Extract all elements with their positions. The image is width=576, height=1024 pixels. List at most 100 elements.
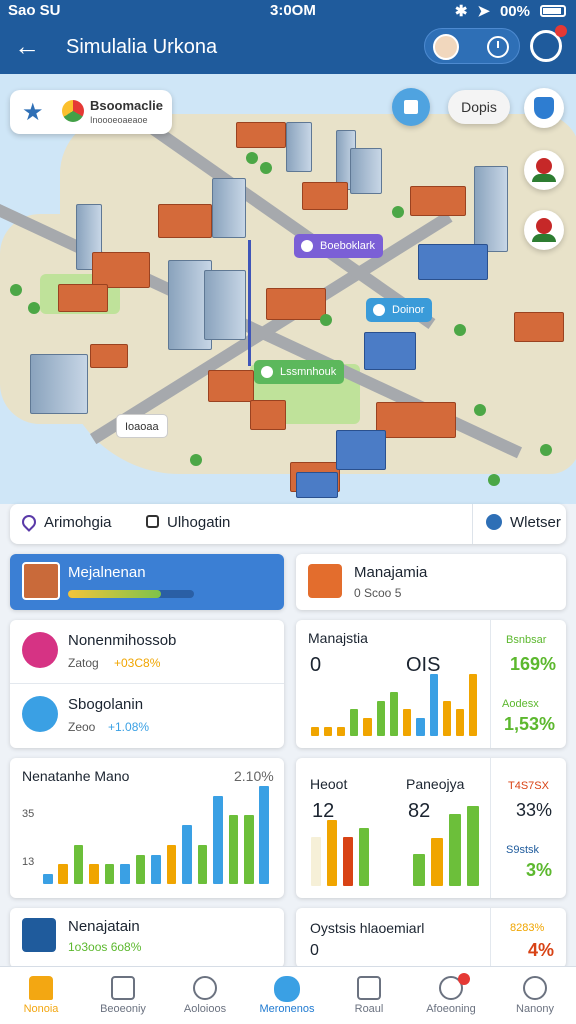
nav-activity[interactable]: Aoloioos — [164, 967, 246, 1024]
chart-bar — [197, 844, 208, 884]
nav-profile[interactable]: Nanony — [494, 967, 576, 1024]
activity-icon — [193, 976, 217, 1000]
bottom-left-card[interactable]: Nenajatain 1o3oos 6o8% — [10, 908, 284, 968]
avatar[interactable] — [433, 34, 459, 60]
filter-weather[interactable]: Wletser — [486, 514, 561, 531]
chart-bar — [311, 836, 321, 886]
page-title: Simulalia Urkona — [66, 36, 218, 58]
nav-alerts[interactable]: Afoeoning — [410, 967, 492, 1024]
chart-bar — [58, 864, 68, 884]
tree — [28, 302, 40, 314]
square-icon — [146, 515, 159, 528]
nav-label: Meronenos — [259, 1003, 315, 1015]
nav-label: Nanony — [516, 1003, 554, 1015]
tree — [320, 314, 332, 326]
filter-category[interactable]: Ulhogatin — [146, 514, 230, 531]
nav-reports[interactable]: Beoeoniy — [82, 967, 164, 1024]
home-icon — [29, 976, 53, 1000]
map-label-blue[interactable]: Doinor — [366, 298, 433, 322]
building — [286, 122, 312, 172]
chart-bar — [359, 828, 369, 886]
weather-icon — [486, 514, 502, 530]
list-item-title: Nonenmihossob — [68, 632, 177, 649]
status-bar: Sao SU 3:0OM ✱ ➤ 00% — [0, 0, 576, 22]
city-map[interactable]: ★ Bsoomaclie Inoooeoaeaoe Dopis Boebokla… — [0, 74, 576, 504]
chart-bar — [213, 795, 223, 884]
building — [158, 204, 212, 238]
compare-divider — [490, 758, 491, 898]
notification-icon[interactable] — [530, 25, 567, 62]
summary-sub: 0 Scoo 5 — [354, 586, 402, 600]
trend-card[interactable]: Nenatanhe Mano 2.10% 35 13 — [10, 758, 284, 898]
building — [30, 354, 88, 414]
filter-location[interactable]: Arimohgia — [19, 512, 112, 532]
active-card[interactable]: Mejalnenan — [10, 554, 284, 610]
building — [204, 270, 246, 340]
clock: 3:0OM — [270, 2, 316, 19]
nav-calendar[interactable]: Roaul — [328, 967, 410, 1024]
tree — [10, 284, 22, 296]
compare-card[interactable]: Heoot 12 Paneojya 82 T4S7SX 33% S9stsk 3… — [296, 758, 566, 898]
compare-right-chart — [410, 806, 482, 886]
user-button[interactable] — [524, 150, 564, 190]
list-item[interactable]: Sbogolanin Zeoo +1.08% — [10, 684, 284, 748]
bottom-right-card[interactable]: Oystsis hlaoemiarl 0 8283% 4% — [296, 908, 566, 968]
battery-percent: 00% — [499, 2, 530, 20]
chart-bar — [336, 727, 346, 736]
user-button[interactable] — [524, 210, 564, 250]
tree — [454, 324, 466, 336]
list-item-sub-prefix: Zeoo — [68, 720, 96, 734]
compare-left-title: Heoot — [310, 776, 348, 792]
tree — [190, 454, 202, 466]
list-item[interactable]: Nonenmihossob Zatog +03C8% — [10, 620, 284, 684]
chart-bar — [416, 718, 425, 736]
clock-icon[interactable] — [487, 36, 509, 58]
list-item-sub-value: +1.08% — [108, 720, 150, 734]
stats-bar-chart — [308, 674, 480, 736]
filter-category-label: Ulhogatin — [167, 514, 231, 531]
compass-icon — [274, 976, 300, 1002]
star-icon: ★ — [22, 99, 44, 126]
compare-side-bottom-pct: 3% — [526, 860, 553, 880]
map-label-purple[interactable]: Boeboklark — [294, 234, 384, 258]
chart-bar — [228, 815, 239, 884]
building — [296, 472, 338, 498]
stats-side-bottom-label: Aodesx — [502, 698, 539, 710]
calendar-icon — [357, 976, 381, 1000]
bookmark-icon — [22, 632, 58, 668]
chart-bar — [182, 825, 192, 884]
chart-bar — [429, 674, 438, 736]
back-arrow-icon[interactable]: ← — [14, 32, 42, 60]
chart-bar — [376, 700, 385, 736]
chart-bar — [89, 864, 99, 884]
stats-card[interactable]: Manajstia 0 OIS Bsnbsar 169% Aodesx 1,53… — [296, 620, 566, 748]
chart-bar — [135, 854, 146, 884]
map-label-white[interactable]: Ioaoaa — [116, 414, 168, 438]
chart-bar — [259, 786, 270, 884]
summary-card[interactable]: Manajamia 0 Scoo 5 — [296, 554, 566, 610]
nav-center[interactable]: Meronenos — [246, 967, 328, 1024]
summary-thumbnail — [308, 564, 342, 598]
chart-bar — [323, 727, 332, 736]
chart-bar — [469, 674, 478, 736]
layers-button[interactable] — [392, 88, 430, 126]
building — [474, 166, 508, 252]
building — [90, 344, 128, 368]
nav-label: Beoeoniy — [100, 1003, 146, 1015]
brand-card[interactable]: ★ Bsoomaclie Inoooeoaeaoe — [10, 90, 172, 134]
shield-button[interactable] — [524, 88, 564, 128]
chart-bar — [413, 854, 425, 886]
progress-bar — [68, 590, 162, 598]
map-label-green[interactable]: Lssmnhouk — [254, 360, 345, 384]
carrier-label: Sao SU — [8, 2, 61, 19]
alert-badge — [458, 973, 470, 985]
building — [236, 122, 286, 148]
bottom-right-value: 0 — [310, 942, 319, 959]
battery-icon — [540, 5, 566, 17]
nav-home[interactable]: Nonoia — [0, 967, 82, 1024]
app-icon — [22, 918, 56, 952]
stats-divider — [490, 620, 491, 748]
compare-side-top-label: T4S7SX — [508, 780, 549, 792]
map-filter-pill[interactable]: Dopis — [448, 90, 510, 124]
chart-bar — [363, 718, 372, 736]
